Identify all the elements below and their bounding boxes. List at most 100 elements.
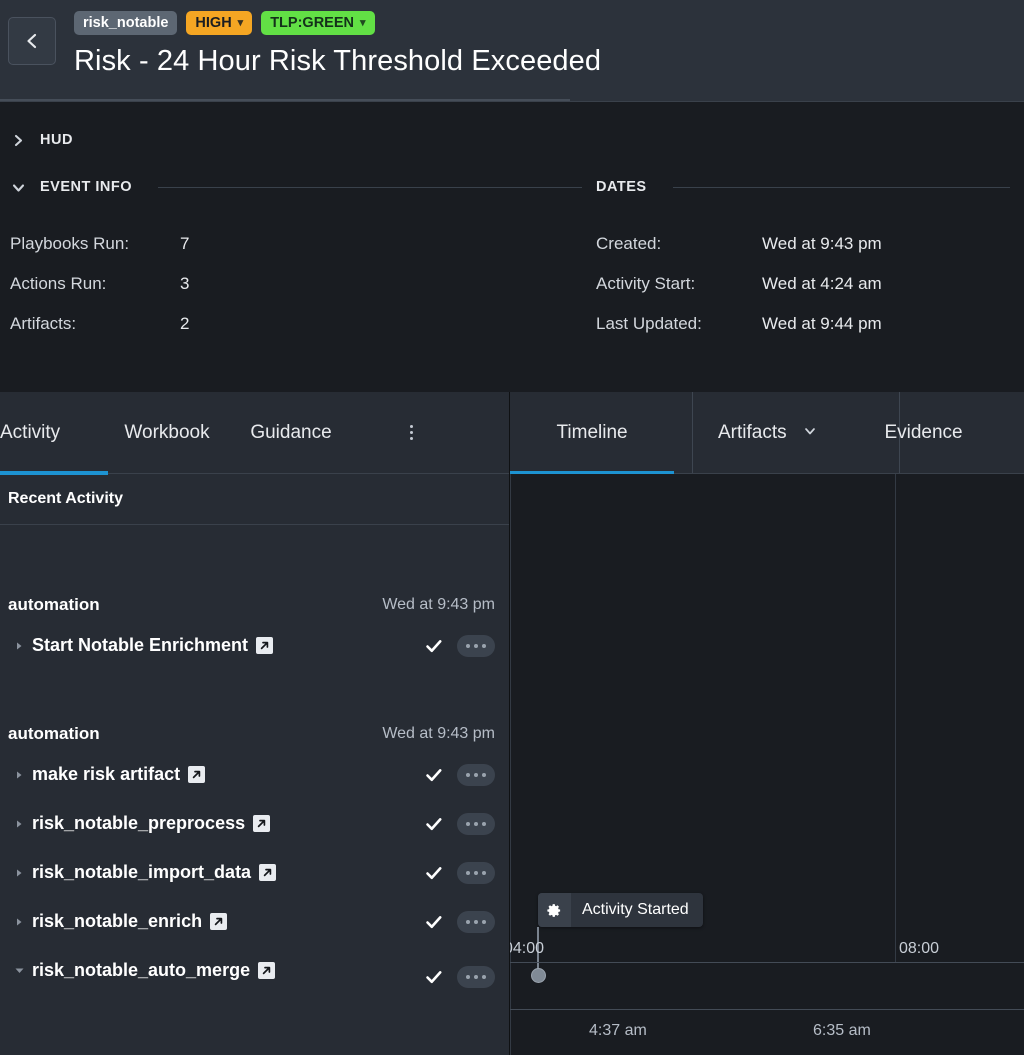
axis-tick-label: 04:00 bbox=[510, 940, 545, 957]
activity-item[interactable]: risk_notable_auto_merge bbox=[0, 946, 509, 995]
tab-guidance[interactable]: Guidance bbox=[226, 392, 356, 474]
hud-label: HUD bbox=[40, 132, 73, 148]
tab-artifacts[interactable]: Artifacts bbox=[674, 392, 860, 474]
activity-item[interactable]: Start Notable Enrichment bbox=[0, 621, 509, 670]
tab-label: Evidence bbox=[884, 421, 963, 443]
event-info-label: EVENT INFO bbox=[40, 179, 133, 195]
expand-caret-icon[interactable] bbox=[14, 868, 32, 878]
activity-group-header: automation Wed at 9:43 pm bbox=[0, 718, 509, 750]
badge-label: TLP:GREEN bbox=[270, 14, 354, 31]
title-underline bbox=[0, 99, 570, 101]
activity-group: automation Wed at 9:43 pm Start Notable … bbox=[0, 589, 509, 670]
activity-item-menu-button[interactable] bbox=[457, 634, 495, 657]
expand-caret-icon[interactable] bbox=[14, 917, 32, 927]
panels-container: Activity Workbook Guidance Recent Activi… bbox=[0, 392, 1024, 1055]
external-link-icon[interactable] bbox=[253, 815, 271, 832]
tab-label: Artifacts bbox=[718, 421, 787, 443]
badge-label: risk_notable bbox=[83, 14, 169, 31]
left-tabs-overflow-button[interactable] bbox=[356, 392, 466, 474]
activity-group-header: automation Wed at 9:43 pm bbox=[0, 589, 509, 621]
info-row: Artifacts: 2 bbox=[10, 304, 596, 344]
hud-section-toggle[interactable]: HUD bbox=[0, 124, 1024, 156]
dates-list: Created: Wed at 9:43 pm Activity Start: … bbox=[596, 224, 1024, 344]
activity-item-name-wrap[interactable]: Start Notable Enrichment bbox=[32, 635, 274, 656]
activity-group-name: automation bbox=[8, 724, 100, 743]
activity-item-name-wrap[interactable]: risk_notable_import_data bbox=[32, 862, 277, 883]
activity-item-label: risk_notable_preprocess bbox=[32, 813, 246, 833]
chevron-left-icon bbox=[22, 31, 42, 51]
date-row: Activity Start: Wed at 4:24 am bbox=[596, 264, 1024, 304]
recent-activity-title: Recent Activity bbox=[8, 490, 123, 507]
recent-activity-header: Recent Activity bbox=[0, 474, 509, 525]
status-success-icon bbox=[423, 913, 445, 931]
timeline-marker-dot[interactable] bbox=[531, 968, 546, 983]
chevron-down-icon[interactable] bbox=[803, 424, 817, 441]
event-info-section-toggle[interactable]: EVENT INFO bbox=[10, 172, 596, 202]
timeline-footer-border bbox=[510, 1010, 511, 1055]
activity-item-name-wrap[interactable]: make risk artifact bbox=[32, 764, 206, 785]
tab-timeline[interactable]: Timeline bbox=[510, 392, 675, 475]
activity-item-label: Start Notable Enrichment bbox=[32, 635, 249, 655]
chevron-down-icon: ▾ bbox=[359, 16, 366, 29]
timeline-gridline bbox=[895, 474, 896, 963]
tab-activity[interactable]: Activity bbox=[0, 392, 108, 475]
tab-label: Guidance bbox=[250, 421, 332, 443]
activity-item-name-wrap[interactable]: risk_notable_preprocess bbox=[32, 813, 271, 834]
activity-item-menu-button[interactable] bbox=[457, 910, 495, 933]
activity-item-label: risk_notable_enrich bbox=[32, 911, 203, 931]
expand-caret-icon[interactable] bbox=[14, 641, 32, 651]
badge-risk-notable[interactable]: risk_notable bbox=[74, 11, 178, 35]
section-divider bbox=[158, 186, 582, 188]
date-key: Last Updated: bbox=[596, 314, 702, 333]
external-link-icon[interactable] bbox=[188, 766, 206, 783]
activity-item-label: risk_notable_import_data bbox=[32, 862, 252, 882]
external-link-icon[interactable] bbox=[256, 637, 274, 654]
date-value: Wed at 4:24 am bbox=[762, 274, 882, 293]
info-value: 3 bbox=[180, 274, 190, 293]
expand-caret-icon[interactable] bbox=[14, 819, 32, 829]
external-link-icon[interactable] bbox=[258, 962, 276, 979]
external-link-icon[interactable] bbox=[210, 913, 228, 930]
right-tabbar: Timeline Artifacts Evidence bbox=[510, 392, 1024, 475]
tab-label: Timeline bbox=[556, 421, 628, 443]
tab-label: Activity bbox=[0, 421, 61, 443]
tab-workbook[interactable]: Workbook bbox=[108, 392, 226, 474]
activity-item-menu-button[interactable] bbox=[457, 861, 495, 884]
date-key: Created: bbox=[596, 234, 662, 253]
badge-severity[interactable]: HIGH ▾ bbox=[186, 11, 253, 35]
status-success-icon bbox=[423, 864, 445, 882]
kebab-menu-icon bbox=[409, 425, 413, 440]
tab-evidence[interactable]: Evidence bbox=[860, 392, 1024, 474]
timeline-left-border bbox=[510, 474, 511, 1009]
event-info-list: Playbooks Run: 7 Actions Run: 3 Artifact… bbox=[10, 224, 596, 344]
activity-item[interactable]: risk_notable_preprocess bbox=[0, 799, 509, 848]
page-header: risk_notable HIGH ▾ TLP:GREEN ▾ Risk - 2… bbox=[0, 0, 1024, 102]
tab-label: Workbook bbox=[124, 421, 210, 443]
expand-caret-icon[interactable] bbox=[14, 770, 32, 780]
status-success-icon bbox=[423, 637, 445, 655]
collapse-caret-icon[interactable] bbox=[14, 965, 32, 976]
activity-group-name: automation bbox=[8, 595, 100, 614]
activity-item-menu-button[interactable] bbox=[457, 812, 495, 835]
timeline-canvas[interactable]: Activity Started 04:00 08:00 bbox=[510, 474, 1024, 1009]
activity-item[interactable]: risk_notable_import_data bbox=[0, 848, 509, 897]
info-panel: HUD EVENT INFO Playbooks Run: 7 Actions bbox=[0, 102, 1024, 392]
back-button[interactable] bbox=[8, 17, 56, 65]
timeline-range-footer: 4:37 am 6:35 am bbox=[510, 1009, 1024, 1055]
chevron-down-icon bbox=[10, 180, 26, 195]
gear-icon bbox=[538, 893, 571, 927]
activity-item[interactable]: make risk artifact bbox=[0, 750, 509, 799]
range-end-label: 6:35 am bbox=[813, 1022, 871, 1039]
date-value: Wed at 9:44 pm bbox=[762, 314, 882, 333]
badge-label: HIGH bbox=[195, 14, 232, 31]
timeline-event-label: Activity Started bbox=[582, 901, 689, 918]
external-link-icon[interactable] bbox=[259, 864, 277, 881]
info-row: Playbooks Run: 7 bbox=[10, 224, 596, 264]
badge-tlp[interactable]: TLP:GREEN ▾ bbox=[261, 11, 375, 35]
activity-item-name-wrap[interactable]: risk_notable_enrich bbox=[32, 911, 228, 932]
activity-item-name-wrap[interactable]: risk_notable_auto_merge bbox=[32, 960, 276, 981]
timeline-event-tooltip[interactable]: Activity Started bbox=[538, 893, 703, 927]
activity-item[interactable]: risk_notable_enrich bbox=[0, 897, 509, 946]
activity-item-menu-button[interactable] bbox=[457, 763, 495, 786]
activity-item-menu-button[interactable] bbox=[457, 965, 495, 988]
